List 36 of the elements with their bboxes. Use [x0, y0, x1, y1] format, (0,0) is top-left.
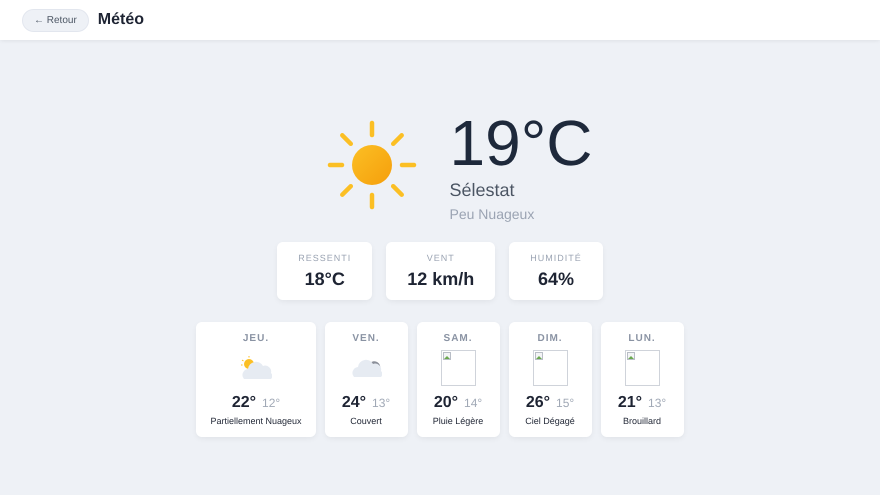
forecast-day: SAM.: [444, 333, 473, 344]
low-temperature: 13°: [648, 396, 666, 410]
high-temperature: 24°: [342, 394, 366, 412]
low-temperature: 14°: [464, 396, 482, 410]
high-temperature: 20°: [434, 394, 458, 412]
forecast-condition: Brouillard: [623, 416, 662, 426]
weather-condition: Peu Nuageux: [450, 206, 536, 222]
stat-value: 12 km/h: [407, 269, 474, 290]
forecast-condition: Pluie Légère: [432, 416, 484, 426]
back-button[interactable]: ← Retour: [22, 8, 89, 32]
stat-label: HUMIDITÉ: [530, 253, 582, 263]
page-title: Météo: [98, 11, 144, 29]
high-temperature: 22°: [232, 394, 256, 412]
forecast-condition: Ciel Dégagé: [525, 416, 575, 426]
city-name: Sélestat: [450, 180, 516, 201]
sun-icon: [326, 119, 418, 211]
forecast-condition: Couvert: [350, 416, 382, 426]
forecast-day: VEN.: [352, 333, 380, 344]
forecast-day: DIM.: [537, 333, 563, 344]
low-temperature: 12°: [262, 396, 280, 410]
high-temperature: 26°: [526, 394, 550, 412]
stat-label: VENT: [426, 253, 455, 263]
forecast-day: JEU.: [242, 333, 270, 344]
low-temperature: 15°: [556, 396, 574, 410]
broken-image-icon: [532, 350, 568, 386]
forecast-condition: Partiellement Nuageux: [210, 416, 302, 426]
broken-image-icon: [440, 350, 476, 386]
broken-image-icon: [624, 350, 660, 386]
cloud-icon: [350, 357, 382, 379]
forecast-day: LUN.: [628, 333, 656, 344]
stat-value: 18°C: [304, 269, 345, 290]
current-temperature: 19°C: [450, 108, 592, 178]
low-temperature: 13°: [372, 396, 390, 410]
high-temperature: 21°: [618, 394, 642, 412]
stat-value: 64%: [538, 269, 574, 290]
stat-label: RESSENTI: [298, 253, 352, 263]
